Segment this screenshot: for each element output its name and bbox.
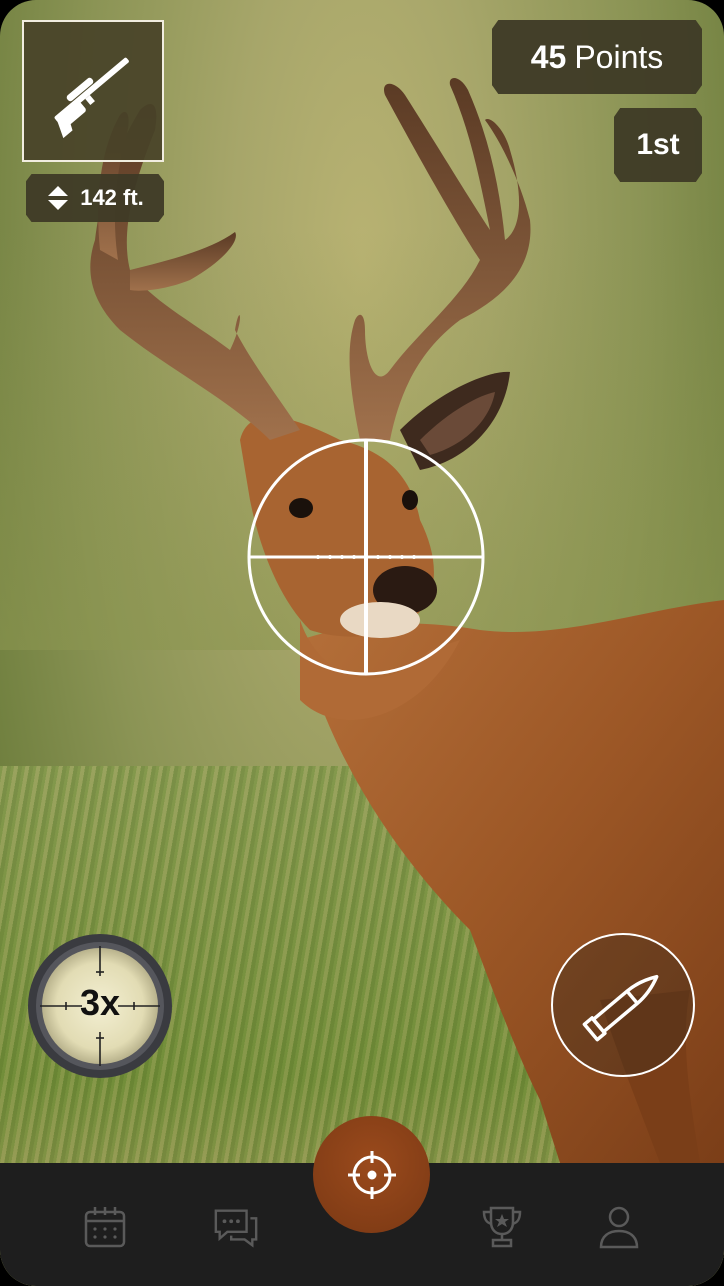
points-value: 45 — [530, 38, 567, 75]
bullet-icon — [582, 974, 659, 1042]
nav-trophy[interactable] — [478, 1203, 526, 1251]
points-badge: 45 Points — [492, 20, 702, 94]
chat-icon — [214, 1209, 258, 1248]
profile-icon — [599, 1206, 639, 1249]
ammo-button[interactable] — [551, 933, 695, 1077]
hunt-screen: 142 ft. 45 Points 1st 3x — [0, 0, 724, 1286]
range-value: 142 ft. — [80, 185, 144, 210]
rifle-icon — [54, 57, 129, 139]
rank-value: 1st — [636, 128, 680, 161]
calendar-icon — [84, 1207, 126, 1248]
trophy-icon — [482, 1206, 522, 1248]
zoom-button[interactable]: 3x — [26, 932, 174, 1080]
nav-chat[interactable] — [212, 1203, 260, 1251]
fire-button[interactable] — [313, 1116, 430, 1233]
nav-profile[interactable] — [595, 1203, 643, 1251]
up-down-arrows-icon — [48, 186, 69, 210]
rank-badge: 1st — [614, 108, 702, 182]
target-icon — [347, 1150, 396, 1199]
crosshair-reticle[interactable] — [246, 437, 486, 677]
nav-calendar[interactable] — [81, 1203, 129, 1251]
weapon-selector-button[interactable] — [22, 20, 164, 162]
points-label: Points — [574, 38, 664, 75]
zoom-label: 3x — [79, 982, 121, 1023]
range-indicator: 142 ft. — [26, 174, 164, 222]
